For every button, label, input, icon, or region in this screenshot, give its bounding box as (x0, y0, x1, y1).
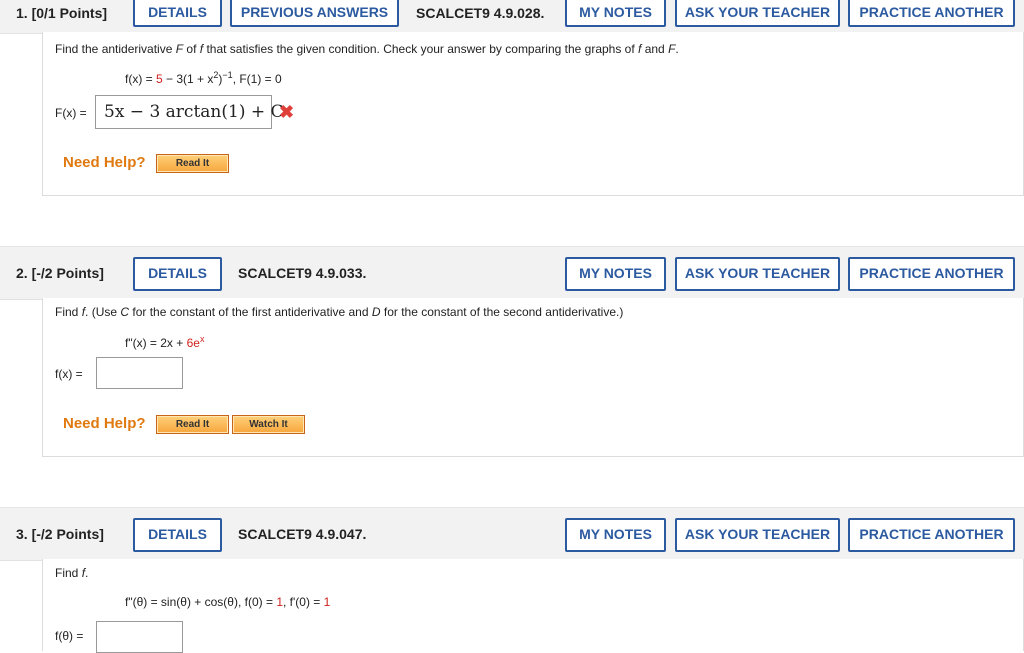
question-code: SCALCET9 4.9.033. (238, 265, 367, 281)
incorrect-icon: ✖ (279, 102, 295, 122)
prompt-text: for the constant of the first antideriva… (129, 305, 372, 319)
question-code: SCALCET9 4.9.047. (238, 526, 367, 542)
question-1-body: Find the antiderivative F of f that sati… (42, 32, 1024, 196)
prompt-text: of (183, 42, 200, 56)
question-1-header: 1. [0/1 Points] DETAILS PREVIOUS ANSWERS… (0, 0, 1024, 34)
need-help-label: Need Help? (63, 154, 146, 171)
func-highlight: 5 (156, 72, 163, 86)
func-sup: −1 (222, 70, 233, 80)
previous-answers-button[interactable]: PREVIOUS ANSWERS (230, 0, 399, 27)
func-highlight: 1 (323, 595, 331, 609)
details-button[interactable]: DETAILS (133, 518, 222, 552)
answer-label: f(x) = (55, 367, 83, 381)
func-highlight: 6e (186, 336, 200, 350)
func-text: − 3(1 + x (162, 72, 214, 86)
details-button[interactable]: DETAILS (133, 257, 222, 291)
prompt-var: C (120, 305, 130, 319)
my-notes-button[interactable]: MY NOTES (565, 257, 666, 291)
answer-label: F(x) = (55, 106, 87, 120)
prompt-text: . (85, 566, 89, 580)
practice-another-button[interactable]: PRACTICE ANOTHER (848, 0, 1015, 27)
question-3-points: 3. [-/2 Points] (16, 526, 104, 542)
question-prompt: Find f. (55, 566, 88, 580)
prompt-text: . (675, 42, 679, 56)
question-2-body: Find f. (Use C for the constant of the f… (42, 298, 1024, 457)
ask-your-teacher-button[interactable]: ASK YOUR TEACHER (675, 257, 840, 291)
read-it-button[interactable]: Read It (156, 154, 229, 173)
ask-your-teacher-button[interactable]: ASK YOUR TEACHER (675, 518, 840, 552)
answer-label: f(θ) = (55, 629, 84, 643)
prompt-text: and (641, 42, 669, 56)
question-prompt: Find f. (Use C for the constant of the f… (55, 305, 623, 319)
question-code: SCALCET9 4.9.028. (416, 5, 545, 21)
points-label: [-/2 Points] (31, 265, 104, 281)
func-cond: , F(1) = 0 (232, 72, 282, 86)
question-prompt: Find the antiderivative F of f that sati… (55, 42, 679, 56)
question-2-points: 2. [-/2 Points] (16, 265, 104, 281)
question-number: 2. (16, 265, 28, 281)
answer-input[interactable] (96, 357, 183, 389)
watch-it-button[interactable]: Watch It (232, 415, 305, 434)
my-notes-button[interactable]: MY NOTES (565, 518, 666, 552)
func-text: f(x) = (125, 72, 157, 86)
ask-your-teacher-button[interactable]: ASK YOUR TEACHER (675, 0, 840, 27)
my-notes-button[interactable]: MY NOTES (565, 0, 666, 27)
prompt-var: D (371, 305, 381, 319)
function-expression: f"(x) = 2x + 6ex (125, 334, 204, 350)
question-1-points: 1. [0/1 Points] (16, 5, 107, 21)
prompt-text: . (Use (85, 305, 121, 319)
answer-input[interactable]: 5x − 3 arctan(1) + C (95, 95, 284, 129)
func-text: , f'(0) = (283, 595, 324, 609)
question-2-header: 2. [-/2 Points] DETAILS SCALCET9 4.9.033… (0, 246, 1024, 300)
need-help-label: Need Help? (63, 415, 146, 432)
question-number: 3. (16, 526, 28, 542)
question-3-body: Find f. f"(θ) = sin(θ) + cos(θ), f(0) = … (42, 559, 1024, 653)
practice-another-button[interactable]: PRACTICE ANOTHER (848, 518, 1015, 552)
prompt-text: Find (55, 305, 82, 319)
func-sup: x (199, 334, 205, 344)
practice-another-button[interactable]: PRACTICE ANOTHER (848, 257, 1015, 291)
question-number: 1. (16, 5, 28, 21)
question-3-header: 3. [-/2 Points] DETAILS SCALCET9 4.9.047… (0, 507, 1024, 561)
func-text: f"(θ) = sin(θ) + cos(θ), f(0) = (125, 595, 277, 609)
prompt-var: F (175, 42, 184, 56)
prompt-text: Find (55, 566, 82, 580)
prompt-text: that satisfies the given condition. Chec… (203, 42, 639, 56)
prompt-text: for the constant of the second antideriv… (380, 305, 624, 319)
function-expression: f(x) = 5 − 3(1 + x2)−1, F(1) = 0 (125, 70, 282, 86)
func-text: f"(x) = 2x + (125, 336, 187, 350)
function-expression: f"(θ) = sin(θ) + cos(θ), f(0) = 1, f'(0)… (125, 595, 330, 609)
points-label: [-/2 Points] (31, 526, 104, 542)
points-label: [0/1 Points] (31, 5, 108, 21)
answer-value: 5x − 3 arctan(1) + C (104, 102, 284, 122)
read-it-button[interactable]: Read It (156, 415, 229, 434)
prompt-text: Find the antiderivative (55, 42, 176, 56)
answer-input[interactable] (96, 621, 183, 653)
func-highlight: 1 (276, 595, 283, 609)
details-button[interactable]: DETAILS (133, 0, 222, 27)
